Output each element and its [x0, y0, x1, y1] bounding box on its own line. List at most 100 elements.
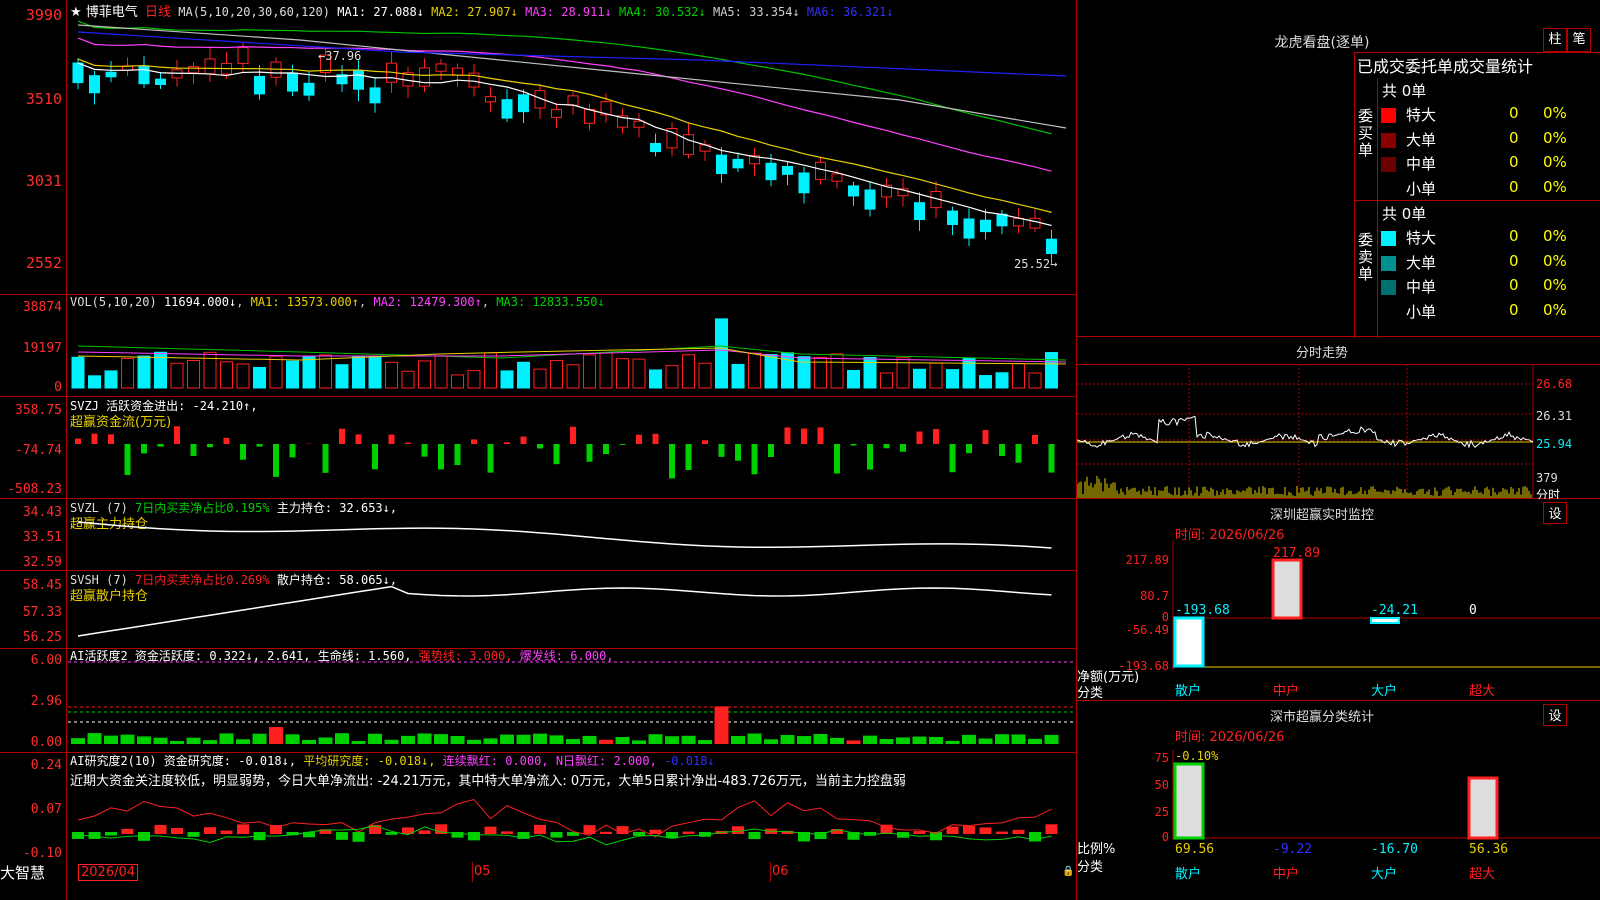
- vol-ma2-line: [77, 349, 1067, 363]
- volume-bar: [599, 352, 613, 389]
- volume-bar: [797, 356, 811, 389]
- right-panel: 龙虎看盘(逐单) 柱 笔 已成交委托单成交量统计 委买单 委卖单 共 0单 共 …: [1077, 0, 1600, 900]
- sell-label: 委卖单: [1358, 231, 1374, 283]
- buy-swatch: [1381, 181, 1396, 197]
- activity-bar: [648, 734, 663, 744]
- flow-bar: [817, 427, 824, 444]
- monitor-chart: 217.8980.70-56.49-193.68-193.68217.89-24…: [1118, 540, 1600, 699]
- class-tick: 50: [1155, 778, 1169, 792]
- activity-bar: [219, 733, 234, 744]
- volume-bar: [137, 355, 151, 389]
- volume-bar: [500, 370, 514, 389]
- activity-bar: [351, 740, 366, 744]
- flow-bar: [867, 444, 873, 470]
- candle: [996, 213, 1008, 227]
- activity-bar: [236, 739, 250, 744]
- monitor-tick: 80.7: [1140, 589, 1169, 603]
- research-bar: [105, 832, 117, 836]
- volume-bar: [1045, 352, 1058, 389]
- flow-bar: [1048, 444, 1055, 473]
- candle: [237, 47, 249, 64]
- date-label-1: 2026/04: [78, 864, 139, 881]
- research-bar: [946, 826, 959, 834]
- monitor-value: -24.21: [1371, 603, 1418, 618]
- volume-bar: [319, 354, 332, 389]
- class-value: -9.22: [1273, 842, 1312, 857]
- candle: [798, 172, 810, 194]
- buy-total: 共 0单: [1382, 82, 1427, 100]
- monitor-bar-mid: [1271, 558, 1303, 620]
- volume-bar: [352, 356, 365, 389]
- main-chart-area[interactable]: 3990 3510 3031 2552 38874 19197 0 358.75…: [0, 0, 1077, 900]
- chart-canvas[interactable]: ←37.96 25.52→: [0, 0, 1076, 900]
- volume-bar: [1012, 363, 1025, 389]
- research-bar: [336, 832, 348, 840]
- class-category: 大户: [1371, 866, 1397, 882]
- activity-bar: [483, 738, 498, 744]
- flow-bar: [273, 444, 279, 477]
- candle: [89, 75, 100, 94]
- flow-bar: [669, 444, 675, 479]
- activity-bar: [269, 727, 283, 744]
- vol-ma3-line: [77, 345, 1067, 361]
- volume-bar: [203, 351, 217, 389]
- retail-holding-line: [77, 585, 1052, 637]
- volume-bar: [781, 352, 794, 389]
- sell-row-count: 0: [1509, 227, 1519, 245]
- flow-bar: [883, 444, 890, 449]
- volume-bar: [632, 358, 646, 389]
- activity-bar: [1028, 738, 1042, 744]
- activity-bar: [87, 733, 102, 744]
- candle: [765, 162, 777, 181]
- flow-bar: [900, 444, 906, 452]
- activity-bar: [170, 740, 184, 744]
- class-tick: 25: [1155, 805, 1169, 819]
- flow-bar: [1032, 434, 1038, 444]
- buy-row-pct: 0%: [1543, 153, 1567, 171]
- volume-bar: [451, 374, 464, 389]
- sell-row-count: 0: [1509, 251, 1519, 270]
- activity-bar: [747, 733, 762, 744]
- buy-row-label: 小单: [1406, 179, 1437, 198]
- bar-view-button[interactable]: 柱: [1543, 28, 1567, 52]
- research-bar: [913, 831, 926, 834]
- activity-bar: [978, 738, 993, 744]
- activity-bar: [467, 739, 481, 744]
- candle: [567, 95, 579, 106]
- volume-bar: [896, 357, 910, 389]
- volume-bar: [748, 352, 761, 389]
- activity-bar: [516, 734, 531, 744]
- buy-label: 委买单: [1358, 107, 1374, 159]
- candle: [716, 154, 727, 175]
- research-bar: [121, 828, 134, 834]
- flow-bar: [735, 444, 741, 461]
- volume-bar: [434, 355, 448, 389]
- flow-bar: [174, 426, 180, 444]
- research-bar: [501, 831, 513, 834]
- sell-row-pct: 0%: [1543, 227, 1567, 245]
- monitor-bar-large: [1370, 617, 1400, 624]
- flow-bar: [438, 444, 444, 470]
- class-tick: 75: [1155, 751, 1169, 765]
- candle: [105, 71, 117, 78]
- volume-bar: [731, 363, 745, 389]
- activity-bar: [203, 740, 217, 744]
- flow-bar: [718, 444, 725, 457]
- candle: [287, 72, 298, 92]
- lock-icon[interactable]: 🔒: [1062, 866, 1074, 877]
- volume-bar: [847, 369, 860, 389]
- tick-view-button[interactable]: 笔: [1567, 28, 1591, 52]
- research-bar: [633, 832, 645, 836]
- flow-bar: [916, 431, 923, 444]
- flow-bar: [355, 434, 362, 444]
- candle: [501, 99, 513, 119]
- activity-bar: [153, 737, 168, 744]
- candle: [435, 63, 447, 72]
- buy-row-count: 0: [1509, 153, 1519, 171]
- candle: [518, 94, 529, 113]
- flow-bar: [834, 444, 840, 474]
- volume-bar: [401, 370, 415, 389]
- sell-row-label: 中单: [1406, 278, 1437, 296]
- volume-bar: [913, 368, 926, 389]
- intraday-chart[interactable]: 26.68 26.31 25.94 379 分时: [1077, 364, 1600, 499]
